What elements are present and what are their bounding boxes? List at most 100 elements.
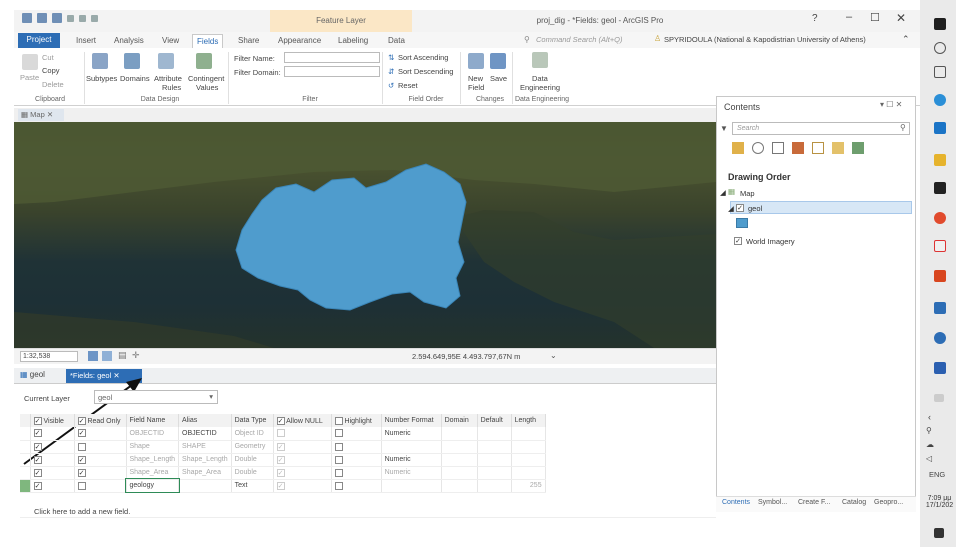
search-icon[interactable]: ⚲ (900, 123, 906, 132)
row-marker[interactable] (20, 440, 31, 454)
tab-analysis[interactable]: Analysis (110, 34, 148, 48)
column-header-data-type[interactable]: Data Type (231, 414, 274, 427)
command-search-input[interactable]: Command Search (Alt+Q) (536, 35, 623, 44)
checkbox-icon[interactable]: ✓ (77, 455, 86, 464)
file-explorer-icon[interactable] (934, 154, 946, 166)
default-cell[interactable] (477, 440, 512, 454)
highlight-cell[interactable] (331, 440, 382, 454)
column-header-visible[interactable]: ✓ Visible (30, 414, 75, 427)
checkbox-icon[interactable]: ✓ (276, 416, 285, 425)
table-row[interactable]: ✓ ✓ OBJECTID OBJECTID Object ID Numeric (20, 427, 546, 441)
mail-icon[interactable] (934, 122, 946, 134)
domains-icon[interactable] (124, 53, 140, 69)
length-cell[interactable] (511, 453, 546, 467)
domain-cell[interactable] (441, 479, 478, 493)
cut-button[interactable]: Cut (42, 53, 54, 62)
length-cell[interactable] (511, 466, 546, 480)
checkbox-icon[interactable] (77, 481, 86, 490)
alias-cell[interactable] (178, 479, 232, 493)
close-icon[interactable]: ✕ (47, 110, 53, 119)
tab-labeling[interactable]: Labeling (334, 34, 372, 48)
tab-share[interactable]: Share (234, 34, 263, 48)
open-icon[interactable] (37, 13, 47, 23)
alias-cell[interactable]: Shape_Length (178, 453, 232, 467)
table-row[interactable]: ✓ geology Text ✓ 255 (20, 478, 546, 493)
read-only-cell[interactable]: ✓ (74, 453, 127, 467)
column-header-field-name[interactable]: Field Name (126, 414, 180, 427)
checkbox-icon[interactable] (77, 442, 86, 451)
default-cell[interactable] (477, 453, 512, 467)
network-icon[interactable]: ⚲ (926, 426, 932, 435)
subtypes-button[interactable]: Subtypes (86, 74, 117, 83)
editing-icon[interactable] (792, 142, 804, 154)
chevron-down-icon[interactable]: ⌄ (550, 351, 557, 360)
taskbar-language[interactable]: ENG (929, 470, 945, 479)
sort-ascending-button[interactable]: Sort Ascending (398, 53, 448, 62)
expand-icon[interactable]: ◢ (720, 188, 726, 197)
delete-button[interactable]: Delete (42, 80, 64, 89)
filter-domain-input[interactable] (284, 66, 380, 77)
geol-polygon[interactable] (235, 163, 467, 311)
checkbox-icon[interactable]: ✓ (33, 481, 42, 490)
data-type-cell[interactable]: Text (231, 479, 274, 493)
maximize-button[interactable]: ☐ (870, 11, 880, 24)
table-row[interactable]: ✓ ✓ Shape_Area Shape_Area Double ✓ Numeric (20, 466, 546, 480)
selection-icon[interactable] (772, 142, 784, 154)
column-header-length[interactable]: Length (511, 414, 546, 427)
column-header-highlight[interactable]: Highlight (331, 414, 382, 427)
field-name-cell[interactable]: Shape_Length (126, 453, 180, 467)
undo-icon[interactable] (67, 14, 74, 22)
row-marker[interactable] (20, 427, 31, 441)
new-field-icon[interactable] (468, 53, 484, 69)
add-field-row[interactable]: Click here to add a new field. (20, 505, 716, 518)
column-header-default[interactable]: Default (477, 414, 512, 427)
tab-project[interactable]: Project (18, 33, 60, 48)
checkbox-icon[interactable]: ✓ (33, 429, 42, 438)
tab-fields[interactable]: Fields (192, 34, 224, 48)
alias-cell[interactable]: Shape_Area (178, 466, 232, 480)
field-name-cell[interactable]: Shape (126, 440, 180, 454)
chevron-up-icon[interactable]: ⌃ (902, 34, 910, 45)
allow-null-cell[interactable]: ✓ (273, 479, 332, 493)
highlight-cell[interactable] (331, 453, 382, 467)
checkbox-icon[interactable] (334, 442, 343, 451)
office-icon[interactable] (934, 270, 946, 282)
footer-tab-symbology[interactable]: Symbol... (758, 499, 787, 506)
visible-cell[interactable]: ✓ (30, 427, 75, 441)
visible-cell[interactable]: ✓ (30, 440, 75, 454)
search-icon[interactable] (934, 42, 946, 54)
allow-null-cell[interactable] (273, 427, 332, 441)
data-engineering-button[interactable]: Data (532, 74, 548, 83)
save-icon[interactable] (22, 13, 32, 23)
checkbox-icon[interactable]: ✓ (276, 442, 285, 451)
checkbox-icon[interactable]: ✓ (276, 468, 285, 477)
perspective-icon[interactable] (852, 142, 864, 154)
checkbox-icon[interactable]: ✓ (77, 429, 86, 438)
contingent-values-button[interactable]: Contingent (188, 74, 224, 83)
subtypes-icon[interactable] (92, 53, 108, 69)
task-view-icon[interactable] (934, 66, 946, 78)
number-format-cell[interactable] (381, 440, 442, 454)
app-q-icon[interactable] (934, 240, 946, 252)
new-project-icon[interactable] (52, 13, 62, 23)
data-source-icon[interactable] (752, 142, 764, 154)
checkbox-icon[interactable]: ✓ (276, 481, 285, 490)
length-cell[interactable] (511, 427, 546, 441)
checkbox-icon[interactable]: ✓ (33, 416, 42, 425)
checkbox-icon[interactable]: ✓ (33, 442, 42, 451)
current-layer-select[interactable]: geol ▾ (94, 390, 218, 404)
checkbox-icon[interactable] (334, 468, 343, 477)
default-cell[interactable] (477, 427, 512, 441)
user-account[interactable]: SPYRIDOULA (National & Kapodistrian Univ… (664, 35, 866, 44)
domains-button[interactable]: Domains (120, 74, 150, 83)
data-type-cell[interactable]: Double (231, 466, 274, 480)
word-icon[interactable] (934, 362, 946, 374)
visible-cell[interactable]: ✓ (30, 453, 75, 467)
read-only-cell[interactable]: ✓ (74, 427, 127, 441)
checkbox-icon[interactable] (334, 416, 343, 425)
app-blue-icon[interactable] (934, 302, 946, 314)
allow-null-cell[interactable]: ✓ (273, 466, 332, 480)
copy-button[interactable]: Copy (42, 66, 60, 75)
customize-icon[interactable] (91, 14, 98, 22)
column-header-alias[interactable]: Alias (178, 414, 232, 427)
